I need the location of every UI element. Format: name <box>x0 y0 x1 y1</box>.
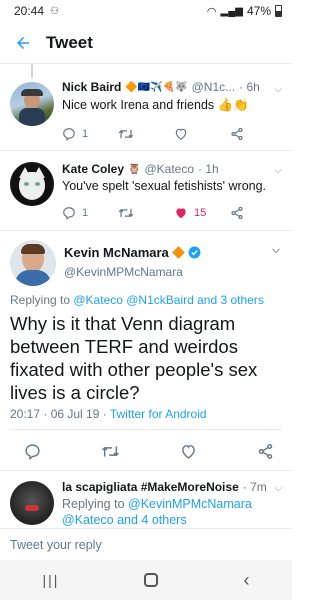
author-name[interactable]: Kate Coley <box>62 162 124 176</box>
main-tweet: Kevin McNamara @KevinMPMcNamara Replying… <box>0 231 292 471</box>
replying-to: Replying to @Kateco @N1ckBaird and 3 oth… <box>10 293 264 307</box>
share-button[interactable] <box>230 127 286 141</box>
author-handle: @N1c... <box>191 80 236 94</box>
replying-prefix: Replying to <box>10 293 74 307</box>
verified-badge-icon <box>188 246 201 259</box>
tweet-time: · 6h <box>239 80 260 94</box>
name-emojis: 🦉 <box>128 163 141 175</box>
tweet-text: Why is it that Venn diagram between TERF… <box>10 313 258 403</box>
author-name[interactable]: Nick Baird <box>62 80 121 94</box>
share-button[interactable] <box>230 206 286 220</box>
share-icon <box>231 127 243 141</box>
notification-icon: ⚇ <box>50 5 59 17</box>
tweet-item[interactable]: la scapigliata #MakeMoreNoise · 7m ⌵ Rep… <box>0 471 292 528</box>
retweet-button[interactable] <box>118 127 174 141</box>
chevron-down-icon[interactable] <box>270 245 282 257</box>
heart-filled-icon <box>176 208 186 219</box>
wifi-icon: ◠ <box>206 5 217 18</box>
chevron-down-icon[interactable]: ⌵ <box>274 483 282 494</box>
reply-icon <box>63 128 75 141</box>
like-count: 15 <box>194 207 207 219</box>
reply-count: 1 <box>82 128 89 140</box>
recent-apps-icon[interactable]: ||| <box>43 572 60 588</box>
author-handle: @Kateco <box>144 162 195 176</box>
tweet-time: · 7m <box>242 480 267 494</box>
battery-percent: 47% <box>246 4 271 18</box>
battery-icon <box>275 5 282 17</box>
reply-button[interactable]: 1 <box>62 127 118 141</box>
tweet-source[interactable]: Twitter for Android <box>110 407 207 421</box>
like-button[interactable] <box>174 127 230 141</box>
chevron-down-icon[interactable]: ⌵ <box>274 84 282 95</box>
replying-to-link[interactable]: @Kateco and 4 others <box>62 513 187 527</box>
orange-diamond-icon <box>171 246 185 259</box>
replying-prefix: Replying to <box>62 497 129 511</box>
reply-icon <box>63 207 75 220</box>
meta-divider <box>10 429 282 430</box>
retweet-icon <box>118 208 134 218</box>
tweet-actions: 1 15 <box>62 206 286 220</box>
avatar[interactable] <box>10 162 54 206</box>
tweet-item[interactable]: Kate Coley 🦉 @Kateco · 1h ⌵ You've spelt… <box>0 151 292 231</box>
tweet-item[interactable]: Nick Baird 🔶🇪🇺✈️🍕🐺 @N1c... · 6h ⌵ Nice w… <box>0 64 292 151</box>
main-actions <box>24 443 274 460</box>
screen: 20:44 ⚇ ◠ ▂▄▆ 47% Tweet Nick Baird 🔶🇪🇺✈️… <box>0 0 292 600</box>
tweet-meta: 20:17 · 06 Jul 19 · Twitter for Android <box>10 407 207 421</box>
heart-icon <box>175 128 187 140</box>
author-handle: @KevinMPMcNamara <box>64 265 183 279</box>
author-name[interactable]: la scapigliata #MakeMoreNoise <box>62 480 239 494</box>
avatar[interactable] <box>10 481 54 525</box>
reply-placeholder: Tweet your reply <box>10 537 102 552</box>
reply-count: 1 <box>82 207 89 219</box>
share-icon <box>231 206 243 220</box>
tweet-text: Nice work Irena and friends 👍👏 <box>62 98 249 112</box>
name-emojis: 🔶🇪🇺✈️🍕🐺 <box>125 81 188 93</box>
page-title: Tweet <box>46 32 93 52</box>
retweet-button[interactable] <box>118 206 174 220</box>
reply-input[interactable]: Tweet your reply <box>0 528 292 560</box>
reply-icon[interactable] <box>24 443 41 460</box>
system-nav-bar: ||| ‹ <box>0 560 292 600</box>
status-time: 20:44 <box>14 4 45 18</box>
back-icon[interactable]: ‹ <box>243 570 249 591</box>
replying-to: Replying to @KevinMPMcNamara @Kateco and… <box>62 496 282 528</box>
tweet-time: · 1h <box>198 162 219 176</box>
retweet-icon[interactable] <box>101 443 120 460</box>
avatar[interactable] <box>10 240 56 286</box>
like-button[interactable]: 15 <box>174 206 230 220</box>
retweet-icon <box>118 129 134 139</box>
avatar[interactable] <box>10 82 54 126</box>
tweet-text: You've spelt 'sexual fetishists' wrong. <box>62 179 267 193</box>
status-bar: 20:44 ⚇ ◠ ▂▄▆ 47% <box>0 0 292 22</box>
back-arrow-icon[interactable] <box>0 34 46 52</box>
replying-to-link[interactable]: @KevinMPMcNamara <box>128 497 252 511</box>
replying-to-link[interactable]: @Kateco @N1ckBaird and 3 others <box>73 293 263 307</box>
reply-button[interactable]: 1 <box>62 206 118 220</box>
share-icon[interactable] <box>257 443 274 460</box>
heart-icon[interactable] <box>180 443 197 460</box>
signal-icon: ▂▄▆ <box>220 5 243 17</box>
tweet-timestamp: 20:17 · 06 Jul 19 · <box>10 407 110 421</box>
chevron-down-icon[interactable]: ⌵ <box>274 165 282 176</box>
author-name[interactable]: Kevin McNamara <box>64 245 169 260</box>
tweet-actions: 1 <box>62 127 286 141</box>
app-bar: Tweet <box>0 22 292 64</box>
home-icon[interactable] <box>144 573 159 587</box>
